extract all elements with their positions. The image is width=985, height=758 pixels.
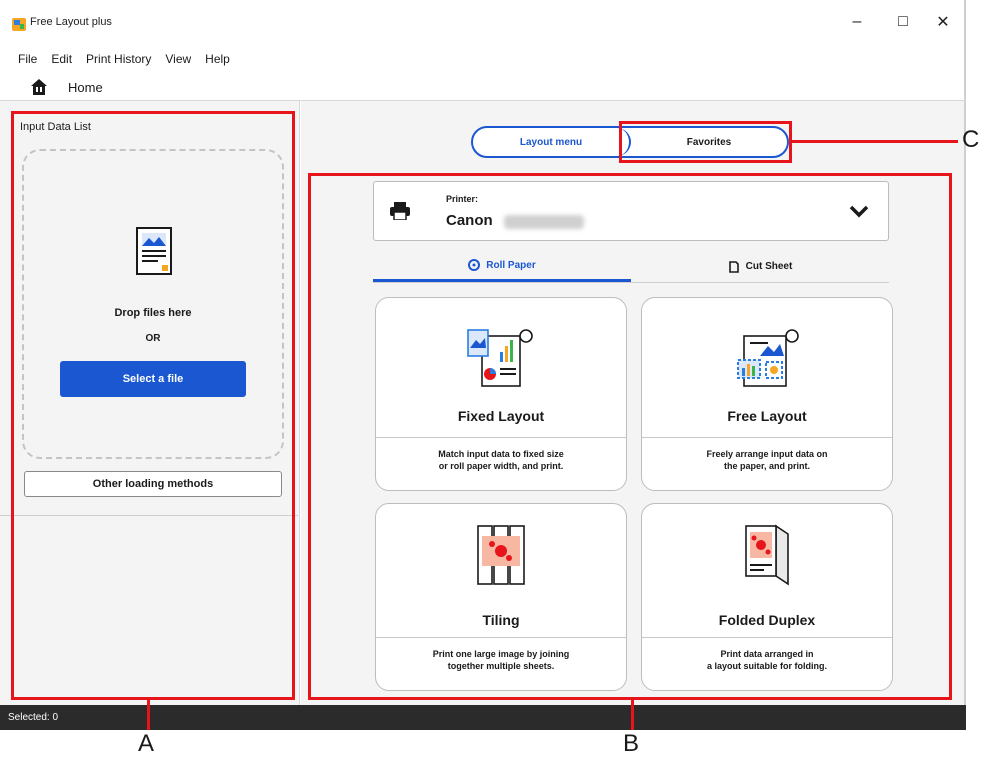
- card-desc-line: a layout suitable for folding.: [706, 661, 827, 671]
- close-button[interactable]: ✕: [928, 10, 958, 34]
- roll-paper-icon: [468, 259, 481, 271]
- card-header: Tiling: [376, 504, 626, 638]
- cut-sheet-label: Cut Sheet: [745, 261, 793, 272]
- card-title: Tiling: [482, 612, 520, 628]
- callout-line-b: [631, 700, 634, 730]
- card-desc-line: the paper, and print.: [723, 461, 810, 471]
- menu-tab-group: Layout menu Favorites: [471, 126, 789, 158]
- layout-menu-panel: Layout menu Favorites Printer: Canon Rol…: [301, 101, 964, 705]
- callout-label-b: B: [623, 730, 640, 757]
- maximize-icon: □: [898, 13, 908, 30]
- status-bar: Selected: 0: [0, 705, 966, 730]
- minimize-button[interactable]: –: [842, 10, 872, 34]
- app-logo-icon: [12, 18, 26, 31]
- menu-file[interactable]: File: [18, 52, 37, 66]
- input-data-title: Input Data List: [20, 121, 91, 133]
- menu-view[interactable]: View: [165, 52, 191, 66]
- close-icon: ✕: [936, 14, 950, 31]
- callout-line-a: [147, 700, 150, 730]
- cut-sheet-icon: [728, 260, 739, 273]
- maximize-button[interactable]: □: [888, 10, 918, 34]
- or-text: OR: [145, 333, 161, 344]
- printer-name: Canon: [446, 212, 493, 229]
- free-layout-icon: [737, 329, 799, 387]
- card-title: Fixed Layout: [457, 408, 545, 424]
- drop-files-text: Drop files here: [114, 307, 192, 319]
- card-desc-line: Print data arranged in: [720, 649, 814, 659]
- callout-label-a: A: [138, 730, 155, 757]
- menu-help[interactable]: Help: [205, 52, 230, 66]
- select-file-button[interactable]: Select a file: [60, 361, 246, 397]
- tab-layout-menu[interactable]: Layout menu: [473, 128, 631, 156]
- card-header: Folded Duplex: [642, 504, 892, 638]
- tiling-icon: [477, 525, 525, 585]
- folded-duplex-card[interactable]: Folded Duplex Print data arranged in a l…: [641, 503, 893, 691]
- fixed-layout-icon: [467, 329, 533, 387]
- card-desc-line: together multiple sheets.: [447, 661, 555, 671]
- card-description: Print one large image by joining togethe…: [396, 648, 606, 672]
- app-window: Free Layout plus – □ ✕ File Edit Print H…: [0, 0, 966, 730]
- card-description: Match input data to fixed size or roll p…: [396, 448, 606, 472]
- card-description: Print data arranged in a layout suitable…: [662, 648, 872, 672]
- tab-cut-sheet[interactable]: Cut Sheet: [631, 251, 889, 282]
- other-loading-methods-button[interactable]: Other loading methods: [24, 471, 282, 497]
- chevron-down-icon: [849, 205, 869, 218]
- menu-print-history[interactable]: Print History: [86, 52, 151, 66]
- selected-count: Selected: 0: [8, 712, 59, 723]
- home-icon: [31, 79, 47, 95]
- menu-edit[interactable]: Edit: [51, 52, 72, 66]
- printer-caption: Printer:: [446, 194, 479, 204]
- card-description: Freely arrange input data on the paper, …: [662, 448, 872, 472]
- home-label: Home: [68, 79, 103, 95]
- fixed-layout-card[interactable]: Fixed Layout Match input data to fixed s…: [375, 297, 627, 491]
- card-header: Free Layout: [642, 298, 892, 438]
- card-header: Fixed Layout: [376, 298, 626, 438]
- printer-select[interactable]: Printer: Canon: [373, 181, 889, 241]
- callout-label-c: C: [962, 126, 980, 153]
- minimize-icon: –: [852, 13, 862, 30]
- panel-divider: [0, 515, 298, 516]
- document-icon: [136, 227, 172, 275]
- printer-model-redacted: [504, 215, 584, 229]
- folded-duplex-icon: [745, 524, 789, 586]
- input-data-panel: Input Data List Drop files here OR Selec…: [0, 101, 300, 705]
- card-desc-line: Match input data to fixed size: [438, 449, 564, 459]
- tiling-card[interactable]: Tiling Print one large image by joining …: [375, 503, 627, 691]
- menu-bar: File Edit Print History View Help: [18, 52, 230, 66]
- free-layout-card[interactable]: Free Layout Freely arrange input data on…: [641, 297, 893, 491]
- title-bar: Free Layout plus – □ ✕: [0, 0, 966, 40]
- roll-paper-label: Roll Paper: [486, 259, 536, 271]
- printer-icon: [390, 202, 410, 220]
- paper-type-tabs: Roll Paper Cut Sheet: [373, 251, 889, 283]
- card-desc-line: or roll paper width, and print.: [438, 461, 564, 471]
- tab-favorites[interactable]: Favorites: [631, 128, 787, 156]
- card-title: Free Layout: [727, 408, 807, 424]
- file-drop-zone[interactable]: Drop files here OR Select a file: [22, 149, 284, 459]
- card-desc-line: Print one large image by joining: [432, 649, 570, 659]
- card-desc-line: Freely arrange input data on: [706, 449, 828, 459]
- card-title: Folded Duplex: [718, 612, 816, 628]
- callout-line-c: [792, 140, 958, 143]
- home-button[interactable]: Home: [30, 76, 103, 98]
- tab-roll-paper[interactable]: Roll Paper: [373, 251, 631, 282]
- window-title: Free Layout plus: [30, 16, 112, 28]
